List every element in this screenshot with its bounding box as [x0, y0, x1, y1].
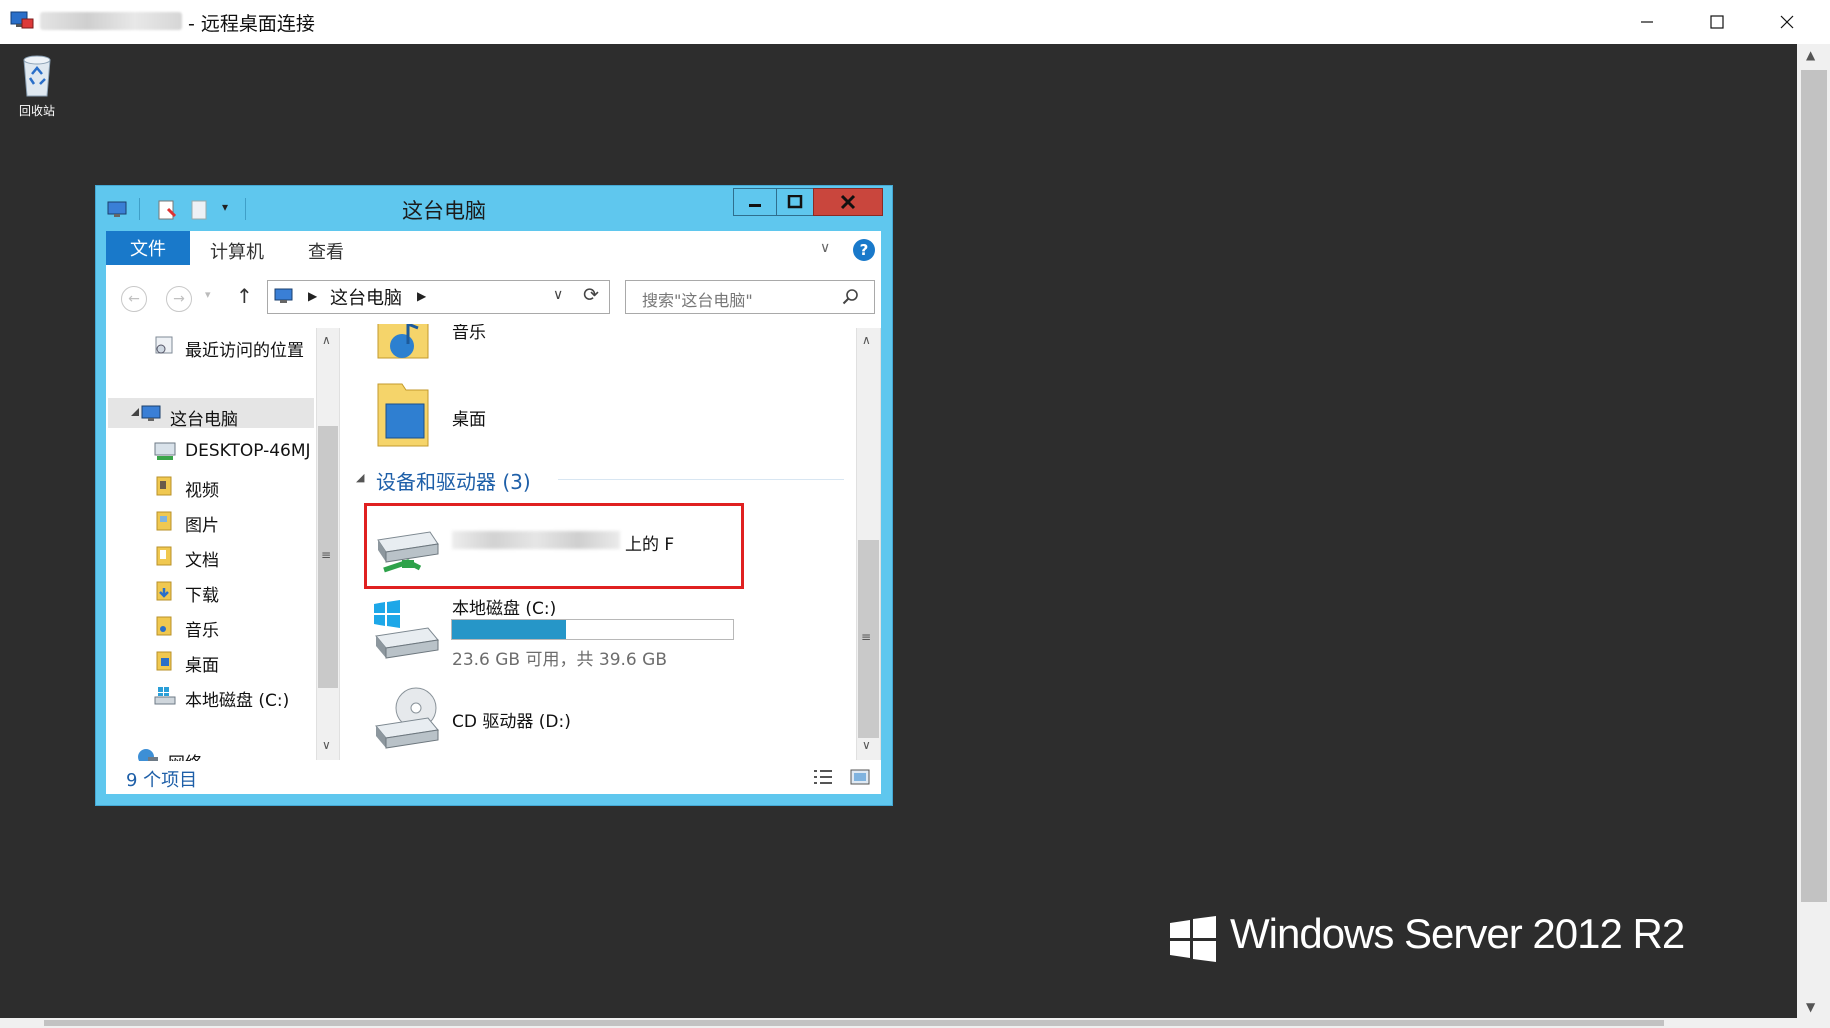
sidebar-item-music[interactable]: 音乐	[185, 616, 219, 641]
desktop-folder-icon	[156, 651, 172, 671]
sidebar-item-this-pc[interactable]: 这台电脑	[170, 405, 238, 430]
group-divider	[558, 479, 844, 480]
rdp-horizontal-scroll-thumb[interactable]	[44, 1020, 1664, 1026]
customize-quick-access-dropdown[interactable]: ▾	[222, 200, 228, 214]
large-icons-view-icon[interactable]	[849, 768, 871, 786]
os-brand-text: Windows Server 2012 R2	[1230, 910, 1685, 957]
details-view-icon[interactable]	[812, 768, 834, 786]
rdp-maximize-button[interactable]	[1682, 0, 1752, 44]
explorer-maximize-button[interactable]	[776, 188, 814, 216]
documents-folder-icon	[156, 546, 172, 566]
back-button[interactable]: ←	[121, 286, 147, 312]
sidebar-item-documents[interactable]: 文档	[185, 546, 219, 571]
redacted-share-name	[452, 531, 620, 549]
rdp-window-title: - 远程桌面连接	[188, 13, 315, 35]
local-disk-icon	[154, 687, 176, 705]
network-drive-icon[interactable]	[372, 522, 444, 580]
close-icon	[840, 194, 856, 210]
explorer-minimize-button[interactable]	[733, 188, 777, 216]
scroll-grip-icon: ≡	[321, 548, 332, 562]
cd-drive-icon[interactable]	[372, 686, 442, 752]
this-pc-icon	[141, 405, 161, 421]
desktop-folder-label[interactable]: 桌面	[452, 405, 486, 430]
sidebar-item-network[interactable]: 网络	[168, 749, 202, 761]
sidebar-item-videos[interactable]: 视频	[185, 476, 219, 501]
search-icon[interactable]	[842, 288, 860, 306]
windows-logo-icon	[1170, 916, 1216, 962]
quick-access-divider	[139, 198, 140, 220]
sidebar-item-desktop[interactable]: 桌面	[185, 651, 219, 676]
breadcrumb-this-pc[interactable]: 这台电脑	[330, 284, 402, 310]
network-icon	[138, 749, 158, 761]
help-icon[interactable]: ?	[853, 239, 875, 261]
music-folder-icon	[156, 616, 172, 636]
status-bar	[106, 761, 881, 794]
forward-button[interactable]: →	[166, 286, 192, 312]
local-disk-c-label[interactable]: 本地磁盘 (C:)	[452, 594, 556, 619]
properties-icon[interactable]	[156, 200, 178, 220]
this-pc-icon[interactable]	[106, 200, 130, 220]
this-pc-icon	[274, 288, 293, 303]
address-history-dropdown[interactable]: ∨	[553, 287, 563, 303]
rdp-scroll-up-arrow[interactable]: ▲	[1806, 48, 1815, 62]
breadcrumb-separator-icon[interactable]: ▶	[308, 289, 317, 303]
content-scroll-down-arrow[interactable]: ∨	[862, 738, 871, 752]
sidebar-item-pictures[interactable]: 图片	[185, 511, 219, 536]
disk-usage-fill	[452, 620, 566, 639]
downloads-folder-icon	[156, 581, 172, 601]
pictures-folder-icon	[156, 511, 172, 531]
sidebar-item-desktop-46mj[interactable]: DESKTOP-46MJ	[185, 441, 318, 461]
desktop-folder-icon[interactable]	[372, 380, 434, 452]
sidebar-item-downloads[interactable]: 下载	[185, 581, 219, 606]
scroll-grip-icon: ≡	[861, 630, 872, 644]
maximize-icon	[787, 195, 803, 209]
cd-drive-d-label[interactable]: CD 驱动器 (D:)	[452, 707, 571, 732]
minimize-icon	[1641, 21, 1653, 23]
sidebar-item-local-disk-c[interactable]: 本地磁盘 (C:)	[185, 686, 289, 711]
item-count-text: 9 个项目	[126, 770, 198, 791]
recycle-bin-label: 回收站	[18, 104, 55, 118]
tab-file[interactable]: 文件	[106, 231, 190, 265]
explorer-close-button[interactable]	[813, 188, 883, 216]
sidebar-item-network-clip: 网络	[106, 745, 316, 761]
rdp-vertical-scroll-thumb[interactable]	[1801, 70, 1827, 902]
up-button[interactable]: ↑	[236, 284, 253, 308]
tab-view[interactable]: 查看	[308, 238, 344, 264]
network-computer-icon	[154, 442, 176, 460]
recycle-bin-icon[interactable]	[18, 52, 56, 98]
network-drive-label[interactable]: 上的 F	[625, 530, 674, 555]
disk-usage-bar	[451, 619, 734, 640]
rdp-close-button[interactable]	[1752, 0, 1822, 44]
new-folder-icon[interactable]	[189, 200, 211, 220]
windows-drive-icon[interactable]	[372, 600, 442, 662]
explorer-title: 这台电脑	[402, 199, 486, 223]
rdp-minimize-button[interactable]	[1612, 0, 1682, 44]
music-folder-label[interactable]: 音乐	[452, 324, 486, 343]
breadcrumb-separator-icon[interactable]: ▶	[417, 289, 426, 303]
videos-folder-icon	[156, 476, 172, 496]
search-placeholder: 搜索"这台电脑"	[642, 291, 753, 310]
refresh-button[interactable]: ⟳	[583, 284, 599, 306]
maximize-icon	[1710, 15, 1724, 29]
expand-ribbon-chevron-icon[interactable]: ∨	[820, 240, 830, 256]
sidebar-item-recent-places[interactable]: 最近访问的位置	[185, 336, 304, 361]
disk-free-space-text: 23.6 GB 可用，共 39.6 GB	[452, 650, 667, 670]
nav-scroll-up-arrow[interactable]: ∧	[322, 333, 331, 347]
remote-desktop-icon	[10, 11, 34, 29]
recent-locations-dropdown[interactable]: ▾	[205, 288, 211, 301]
recent-places-icon	[155, 336, 173, 354]
collapse-group-icon[interactable]: ◢	[356, 471, 364, 484]
close-icon	[1780, 15, 1794, 29]
music-folder-icon[interactable]	[374, 324, 432, 362]
nav-scroll-down-arrow[interactable]: ∨	[322, 738, 331, 752]
tab-computer[interactable]: 计算机	[210, 238, 264, 264]
redacted-host-name	[40, 12, 182, 30]
quick-access-divider	[245, 198, 246, 220]
minimize-icon	[749, 204, 761, 207]
content-scroll-up-arrow[interactable]: ∧	[862, 333, 871, 347]
devices-drives-group-header[interactable]: 设备和驱动器 (3)	[376, 466, 531, 495]
rdp-scroll-down-arrow[interactable]: ▼	[1806, 1000, 1815, 1014]
